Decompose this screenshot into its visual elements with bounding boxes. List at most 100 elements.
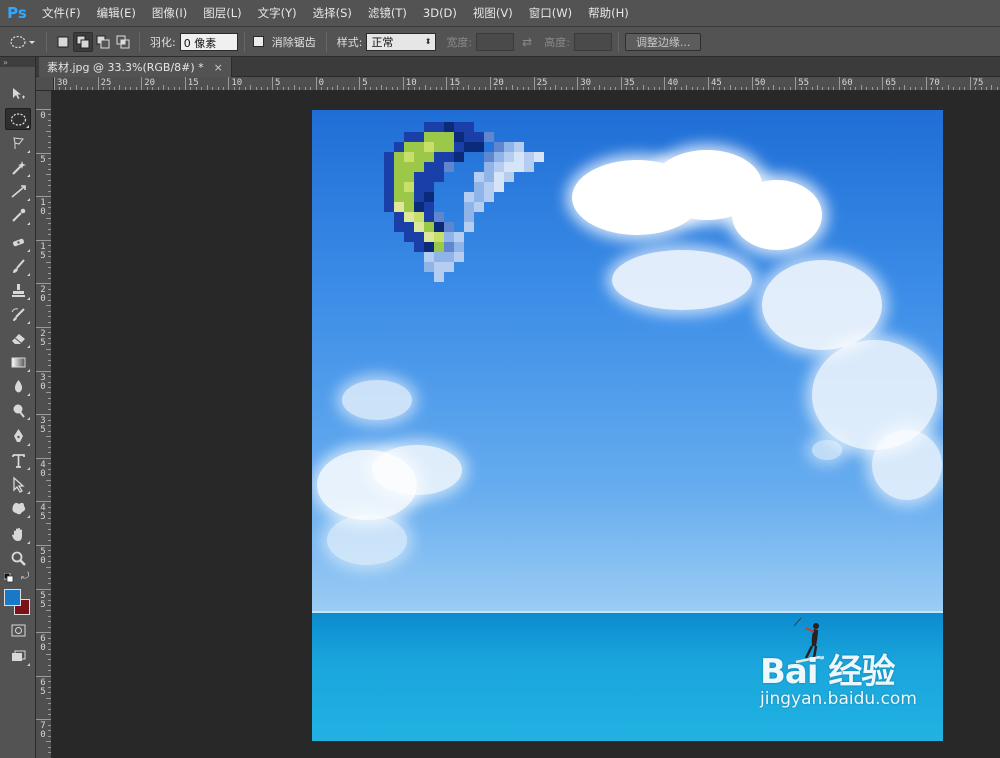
document-image[interactable]: Bai 经验 jingyan.baidu.com <box>312 110 943 741</box>
kite-pixel <box>394 172 404 182</box>
feather-input[interactable]: 0 像素 <box>179 32 238 51</box>
type-tool[interactable] <box>5 449 31 471</box>
ruler-minor-tick <box>48 594 51 596</box>
history-brush-tool[interactable] <box>5 303 31 325</box>
ruler-minor-tick <box>773 85 775 90</box>
ruler-minor-tick <box>915 87 917 90</box>
horizontal-ruler[interactable]: 30 25 20 15 10 5 0 5 10 15 20 25 30 35 40 45 50 55 60 65 70 7… <box>54 77 1000 91</box>
kite-pixel <box>434 122 444 132</box>
eraser-tool[interactable] <box>5 327 31 349</box>
menu-file[interactable]: 文件(F) <box>34 0 89 27</box>
menu-window[interactable]: 窗口(W) <box>521 0 580 27</box>
kite-pixel <box>384 162 394 172</box>
subtract-selection-button[interactable] <box>93 32 113 52</box>
gradient-tool[interactable] <box>5 351 31 373</box>
close-icon[interactable]: × <box>214 61 223 74</box>
eyedropper-tool[interactable] <box>5 204 31 226</box>
pen-tool[interactable] <box>5 425 31 447</box>
move-tool[interactable] <box>5 83 31 105</box>
ruler-minor-tick <box>46 348 51 350</box>
ruler-minor-tick <box>817 85 818 90</box>
menu-3d[interactable]: 3D(D) <box>415 0 465 27</box>
ruler-origin[interactable] <box>36 77 54 91</box>
kite-pixel <box>514 162 524 172</box>
ruler-minor-tick <box>250 85 252 90</box>
ruler-minor-tick <box>86 87 88 90</box>
ruler-minor-tick <box>593 87 595 90</box>
menu-layer[interactable]: 图层(L) <box>195 0 249 27</box>
vertical-ruler[interactable]: 0 5 10 15 20 25 30 35 40 45 50 55 60 65 70 <box>36 91 52 758</box>
brush-tool[interactable] <box>5 255 31 277</box>
menu-filter[interactable]: 滤镜(T) <box>360 0 415 27</box>
kite-pixel <box>474 192 484 202</box>
spot-healing-tool[interactable] <box>5 231 31 253</box>
kite-pixel <box>394 182 404 192</box>
ruler-minor-tick <box>691 87 693 90</box>
tool-preset-picker[interactable] <box>6 32 40 52</box>
kite-pixel <box>414 242 424 252</box>
path-selection-tool[interactable] <box>5 473 31 495</box>
ruler-minor-tick <box>48 288 51 290</box>
color-swatches <box>4 587 32 617</box>
style-select[interactable]: 正常 ⬍ <box>366 32 437 51</box>
kite-pixel <box>494 172 504 182</box>
ruler-minor-tick <box>408 87 410 90</box>
ruler-minor-tick <box>48 332 51 334</box>
panel-collapse-icon[interactable]: » <box>0 57 35 67</box>
refine-edge-button[interactable]: 调整边缘... <box>624 32 702 51</box>
ruler-minor-tick <box>48 713 51 715</box>
elliptical-marquee-tool[interactable] <box>5 108 31 130</box>
dodge-tool[interactable] <box>5 399 31 421</box>
menu-help[interactable]: 帮助(H) <box>580 0 637 27</box>
cloud <box>812 440 842 460</box>
ruler-minor-tick <box>48 730 51 732</box>
ruler-minor-tick <box>48 572 51 574</box>
menu-view[interactable]: 视图(V) <box>465 0 521 27</box>
blur-tool[interactable] <box>5 375 31 397</box>
ruler-minor-tick <box>48 114 51 116</box>
kite-pixel <box>504 172 514 182</box>
antialias-checkbox[interactable] <box>252 36 264 47</box>
quick-mask-button[interactable] <box>5 619 31 641</box>
kite-pixel <box>424 182 434 192</box>
ruler-minor-tick <box>108 87 110 90</box>
custom-shape-tool[interactable] <box>5 497 31 519</box>
kite-pixel <box>414 172 424 182</box>
ruler-minor-tick <box>48 626 51 628</box>
swap-arrows-icon[interactable]: ⇄ <box>522 35 532 49</box>
foreground-color-swatch[interactable] <box>4 589 21 606</box>
menu-image[interactable]: 图像(I) <box>144 0 195 27</box>
ruler-minor-tick <box>375 87 377 90</box>
new-selection-button[interactable] <box>53 32 73 52</box>
menu-edit[interactable]: 编辑(E) <box>89 0 144 27</box>
width-input[interactable] <box>476 32 515 51</box>
quick-selection-tool[interactable] <box>5 156 31 178</box>
swap-colors-icon[interactable]: ⤾ <box>21 571 29 582</box>
menu-type[interactable]: 文字(Y) <box>250 0 305 27</box>
clone-stamp-tool[interactable] <box>5 279 31 301</box>
cloud <box>612 250 752 310</box>
default-colors-icon[interactable] <box>3 572 14 583</box>
intersect-selection-button[interactable] <box>113 32 133 52</box>
ruler-minor-tick <box>277 87 279 90</box>
ruler-minor-tick <box>702 87 704 90</box>
ruler-minor-tick <box>642 85 644 90</box>
ruler-minor-tick <box>48 463 51 465</box>
ruler-minor-tick <box>495 87 497 90</box>
document-tab[interactable]: 素材.jpg @ 33.3%(RGB/8#) * × <box>39 57 232 77</box>
crop-tool[interactable] <box>5 180 31 202</box>
ruler-minor-tick <box>190 87 192 90</box>
hand-tool[interactable] <box>5 523 31 545</box>
ruler-minor-tick <box>686 85 688 90</box>
ruler-minor-tick <box>195 87 197 90</box>
menu-select[interactable]: 选择(S) <box>305 0 360 27</box>
height-input[interactable] <box>573 32 612 51</box>
lasso-tool[interactable] <box>5 132 31 154</box>
ruler-minor-tick <box>806 87 808 90</box>
screen-mode-button[interactable] <box>5 645 31 667</box>
add-to-selection-button[interactable] <box>73 31 93 52</box>
lasso-icon <box>12 136 24 149</box>
zoom-tool[interactable] <box>5 547 31 569</box>
ruler-minor-tick <box>615 87 617 90</box>
ruler-minor-tick <box>146 87 148 90</box>
